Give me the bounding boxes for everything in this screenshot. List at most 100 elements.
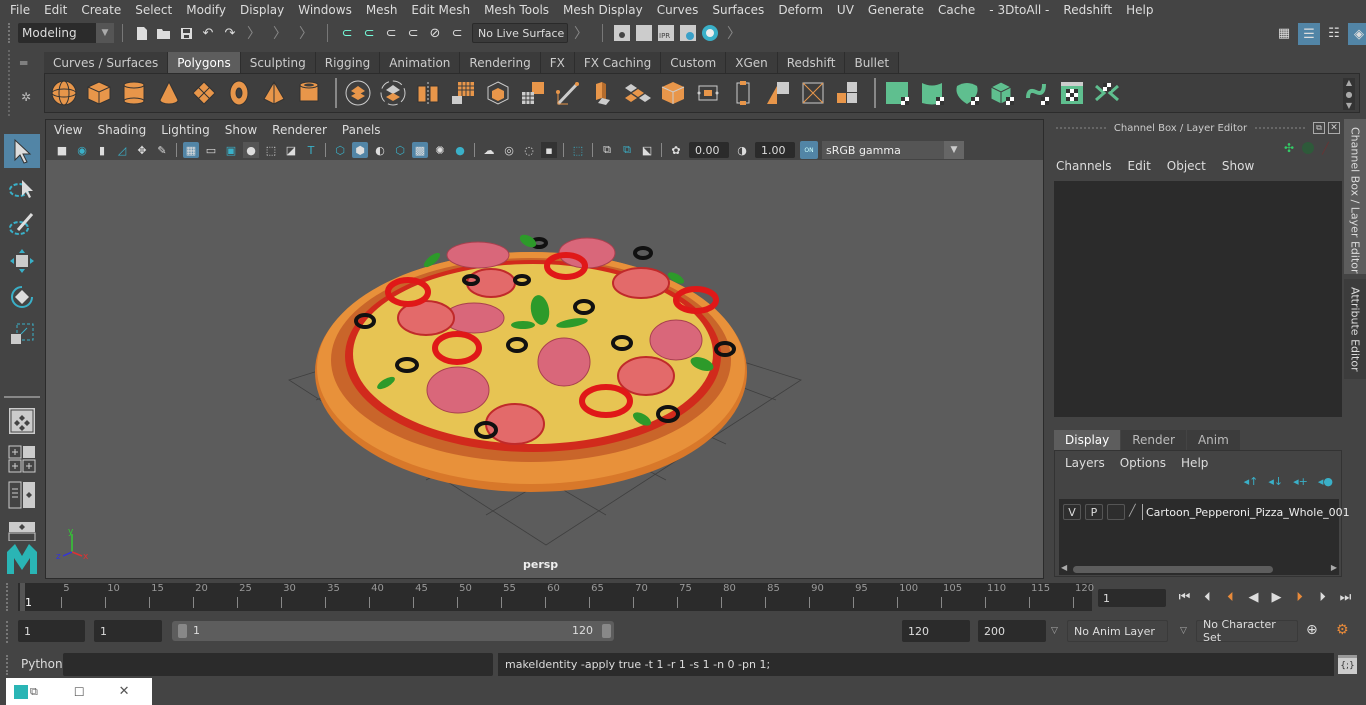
maximize-window-icon[interactable]: ☐ [74,685,85,699]
menu-display[interactable]: Display [240,3,284,17]
use-all-lights-icon[interactable]: ✺ [432,142,448,158]
viewport-menu-panels[interactable]: Panels [342,123,381,137]
panel-grip[interactable] [1056,127,1106,129]
script-language-toggle[interactable]: Python [21,657,63,671]
multi-cut-icon[interactable] [553,78,583,108]
poly-cone-icon[interactable] [154,78,184,108]
animation-end-field[interactable]: 200 [978,620,1046,642]
safe-title-icon[interactable]: T [303,142,319,158]
extrude-icon[interactable] [588,78,618,108]
play-forwards-button[interactable]: ▶ [1265,587,1288,607]
menu-mesh-display[interactable]: Mesh Display [563,3,643,17]
render-current-frame-icon[interactable] [635,24,653,42]
channel-menu-show[interactable]: Show [1222,159,1254,173]
shelf-tab-polygons[interactable]: Polygons [168,52,241,73]
channel-menu-object[interactable]: Object [1167,159,1206,173]
target-weld-icon[interactable] [798,78,828,108]
attribute-editor-toggle-icon[interactable]: ☰ [1298,23,1320,45]
wireframe-on-shaded-icon[interactable]: ◐ [372,142,388,158]
tab-anim[interactable]: Anim [1186,430,1240,450]
collapse-arrow-icon[interactable]: 〉 [247,23,261,43]
single-pane-layout-button[interactable] [4,404,40,438]
snap-point-icon[interactable]: ⊂ [382,24,400,42]
scrollbar-thumb[interactable] [1073,566,1273,573]
menu-help[interactable]: Help [1126,3,1153,17]
viewport-menu-lighting[interactable]: Lighting [161,123,210,137]
depth-of-field-icon[interactable]: ▪ [541,142,557,158]
exposure-field[interactable]: 0.00 [689,142,729,158]
chevron-down-icon[interactable]: ▽ [1180,626,1187,636]
extract-icon[interactable] [483,78,513,108]
range-grip[interactable] [6,621,12,643]
xray-active-icon[interactable]: ⧉ [619,142,635,158]
menu-cache[interactable]: Cache [938,3,975,17]
collapse-arrow-icon[interactable]: 〉 [574,23,588,43]
collapse-arrow-icon[interactable]: 〉 [299,23,313,43]
new-empty-layer-icon[interactable]: ◂+ [1293,475,1308,488]
grid-toggle-icon[interactable]: ▦ [183,142,199,158]
side-tab-channel-box[interactable]: Channel Box / Layer Editor [1344,119,1366,274]
shadows-icon[interactable]: ● [452,142,468,158]
bevel-icon[interactable] [623,78,653,108]
viewport-menu-show[interactable]: Show [225,123,257,137]
menu-redshift[interactable]: Redshift [1063,3,1112,17]
2d-pan-zoom-icon[interactable]: ✥ [134,142,150,158]
textured-icon[interactable]: ▩ [412,142,428,158]
redo-icon[interactable]: ↷ [221,24,239,42]
channel-menu-channels[interactable]: Channels [1056,159,1112,173]
undo-icon[interactable]: ↶ [199,24,217,42]
shelf-tab-rendering[interactable]: Rendering [460,52,541,73]
save-scene-icon[interactable] [177,24,195,42]
new-layer-from-selected-icon[interactable]: ◂● [1318,475,1333,488]
ipr-render-icon[interactable]: IPR [657,24,675,42]
modeling-toolkit-icon[interactable]: ▦ [1274,23,1294,43]
horizontal-scrollbar[interactable]: ◀ ▶ [1059,563,1339,575]
chevron-down-icon[interactable]: ▽ [1051,626,1058,636]
scroll-left-icon[interactable]: ◀ [1061,563,1067,572]
side-tab-attribute-editor[interactable]: Attribute Editor [1344,279,1366,379]
new-scene-icon[interactable] [133,24,151,42]
exposure-icon[interactable]: ✿ [668,142,684,158]
script-editor-button[interactable]: {;} [1338,655,1357,674]
camera-attributes-icon[interactable]: ◉ [74,142,90,158]
tab-display[interactable]: Display [1054,430,1121,450]
shelf-tab-bullet[interactable]: Bullet [845,52,900,73]
bridge-icon[interactable] [693,78,723,108]
paint-select-tool-button[interactable] [4,208,40,242]
uv-automatic-icon[interactable] [987,78,1017,108]
layer-menu-layers[interactable]: Layers [1065,456,1105,470]
menu-file[interactable]: File [10,3,30,17]
color-space-dropdown[interactable]: sRGB gamma ▼ [822,141,964,159]
anti-aliasing-icon[interactable]: ◌ [521,142,537,158]
collapse-arrow-icon[interactable]: 〉 [273,23,287,43]
shelf-tab-redshift[interactable]: Redshift [777,52,846,73]
shelf-tab-curves-surfaces[interactable]: Curves / Surfaces [44,52,169,73]
isolate-select-icon[interactable]: ⬚ [570,142,586,158]
backface-culling-icon[interactable]: ⬕ [639,142,655,158]
menu-set-dropdown[interactable]: Modeling ▼ [18,23,114,43]
merge-icon[interactable] [833,78,863,108]
shelf-tab-sculpting[interactable]: Sculpting [240,52,316,73]
play-backwards-button[interactable]: ◀ [1242,587,1265,607]
scale-mode-icon[interactable]: ╱ [1322,142,1329,155]
gate-mask-icon[interactable]: ● [243,142,259,158]
transform-axis-icon[interactable]: ✣ [1284,141,1294,155]
select-camera-icon[interactable]: ■ [54,142,70,158]
menu-edit-mesh[interactable]: Edit Mesh [411,3,470,17]
uv-planar-icon[interactable] [882,78,912,108]
film-gate-icon[interactable]: ▭ [203,142,219,158]
layer-visibility-toggle[interactable]: V [1063,504,1081,520]
menu-mesh-tools[interactable]: Mesh Tools [484,3,549,17]
close-window-icon[interactable]: ✕ [119,684,130,699]
render-view-icon[interactable] [613,24,631,42]
menu-curves[interactable]: Curves [657,3,699,17]
auto-key-toggle-icon[interactable]: ⊕ [1306,622,1318,638]
poly-cube-icon[interactable] [84,78,114,108]
shelf-tab-xgen[interactable]: XGen [726,52,778,73]
go-to-start-button[interactable]: ⏮ [1173,587,1196,607]
shelf-tab-fx-caching[interactable]: FX Caching [574,52,662,73]
outliner-persp-layout-button[interactable] [4,478,40,512]
current-frame-field[interactable]: 1 [1098,589,1166,607]
range-slider[interactable]: 1 120 [172,621,614,641]
poly-pipe-icon[interactable] [294,78,324,108]
